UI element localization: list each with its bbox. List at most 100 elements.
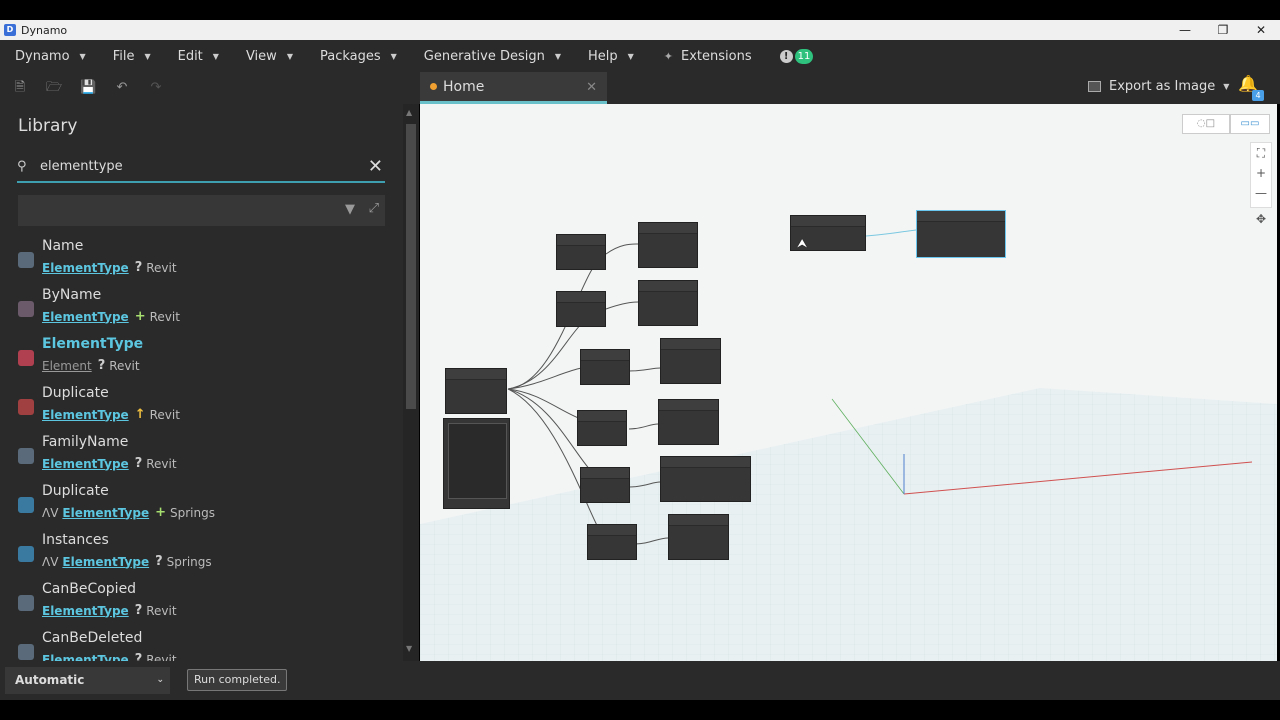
library-result-item[interactable]: ElementType Element ? Revit [0, 336, 403, 385]
create-type-icon: + [134, 309, 146, 324]
background-3d-grid [420, 229, 1277, 661]
graph-node[interactable] [668, 514, 729, 560]
new-file-icon[interactable]: 🗎 [12, 80, 28, 96]
result-category[interactable]: ElementType [62, 506, 149, 520]
export-as-image-button[interactable]: Export as Image ▼ [1088, 79, 1229, 94]
result-name: FamilyName [42, 434, 129, 450]
result-library: Revit [149, 309, 180, 324]
menu-packages[interactable]: Packages ▼ [320, 49, 397, 64]
tab-home[interactable]: Home ✕ [420, 72, 607, 104]
graph-node[interactable] [660, 456, 751, 502]
revit-element-icon [18, 350, 34, 366]
graph-canvas[interactable]: ◌□ ▭▭ ⛶ + — ✥ [420, 104, 1277, 661]
menu-view[interactable]: View ▼ [246, 49, 293, 64]
scroll-down-icon[interactable]: ▼ [406, 644, 412, 653]
zoom-out-icon[interactable]: — [1251, 183, 1271, 203]
menu-dynamo-label: Dynamo [15, 48, 70, 64]
library-result-item[interactable]: CanBeCopied ElementType ? Revit [0, 581, 403, 630]
graph-node[interactable] [638, 280, 698, 326]
result-category[interactable]: ElementType [42, 408, 129, 422]
watch-node[interactable] [443, 418, 510, 509]
search-icon: ⚲ [17, 159, 27, 174]
library-result-item[interactable]: Name ElementType ? Revit [0, 238, 403, 287]
graph-node[interactable] [658, 399, 719, 445]
create-node-icon [18, 301, 34, 317]
undo-icon[interactable]: ↶ [114, 80, 130, 96]
springs-prefix: ΛV [42, 505, 59, 520]
action-type-icon: ↑ [134, 407, 146, 422]
menu-generative-design[interactable]: Generative Design ▼ [424, 49, 561, 64]
alert-icon: ! [779, 49, 793, 63]
chevron-down-icon: ⌄ [156, 675, 164, 685]
chevron-down-icon: ▼ [212, 51, 219, 61]
close-tab-icon[interactable]: ✕ [586, 80, 597, 95]
close-icon[interactable]: ✕ [1242, 20, 1280, 40]
clear-search-icon[interactable]: ✕ [368, 156, 383, 177]
menu-file-label: File [112, 48, 135, 64]
menu-extensions[interactable]: ✦ Extensions [664, 49, 752, 64]
run-mode-select[interactable]: Automatic ⌄ [5, 667, 170, 694]
library-result-item[interactable]: Duplicate ΛV ElementType + Springs [0, 483, 403, 532]
springs-node-icon [18, 497, 34, 513]
restore-icon[interactable]: ❐ [1204, 20, 1242, 40]
library-result-item[interactable]: ByName ElementType + Revit [0, 287, 403, 336]
scroll-up-icon[interactable]: ▲ [406, 108, 412, 117]
filter-icon[interactable]: ▼ [345, 202, 355, 217]
result-meta: ElementType ? Revit [42, 652, 177, 661]
zoom-in-icon[interactable]: + [1251, 163, 1271, 183]
menu-dynamo[interactable]: Dynamo ▼ [15, 49, 86, 64]
screen-bottom-border [0, 700, 1280, 720]
library-result-item[interactable]: CanBeDeleted ElementType ? Revit [0, 630, 403, 661]
query-type-icon: ? [97, 358, 106, 373]
graph-node[interactable] [556, 234, 606, 270]
result-library: Revit [146, 260, 177, 275]
library-scrollbar[interactable]: ▲ ▼ [403, 104, 419, 661]
filter-bar: ▼ ⤢ [18, 195, 385, 226]
result-meta: ΛV ElementType + Springs [42, 505, 215, 520]
graph-node[interactable] [580, 349, 630, 385]
graph-view-toggle[interactable]: ▭▭ [1230, 114, 1270, 134]
export-label: Export as Image [1109, 79, 1216, 94]
expand-icon[interactable]: ⤢ [369, 201, 379, 216]
library-result-item[interactable]: Duplicate ElementType ↑ Revit [0, 385, 403, 434]
result-name: Duplicate [42, 385, 109, 401]
menu-edit-label: Edit [177, 48, 203, 64]
graph-node[interactable] [577, 410, 627, 446]
3d-view-toggle[interactable]: ◌□ [1182, 114, 1230, 134]
result-category[interactable]: ElementType [42, 653, 129, 662]
result-category[interactable]: Element [42, 359, 92, 373]
minimize-icon[interactable]: — [1166, 20, 1204, 40]
open-folder-icon[interactable]: 🗁 [46, 80, 62, 96]
menu-edit[interactable]: Edit ▼ [178, 49, 219, 64]
notifications-indicator[interactable]: ! 11 [779, 48, 814, 64]
menu-file[interactable]: File ▼ [113, 49, 151, 64]
redo-icon[interactable]: ↷ [148, 80, 164, 96]
library-result-item[interactable]: FamilyName ElementType ? Revit [0, 434, 403, 483]
search-input[interactable]: elementtype [40, 159, 368, 174]
graph-node[interactable] [660, 338, 721, 384]
library-search[interactable]: ⚲ elementtype ✕ [17, 152, 385, 183]
elementtype-node[interactable] [916, 210, 1006, 258]
result-category[interactable]: ElementType [42, 261, 129, 275]
chevron-down-icon: ▼ [79, 51, 86, 61]
result-category[interactable]: ElementType [42, 604, 129, 618]
graph-node[interactable] [580, 467, 630, 503]
result-meta: ElementType ? Revit [42, 456, 177, 471]
result-meta: ElementType ? Revit [42, 260, 177, 275]
graph-node[interactable] [556, 291, 606, 327]
fit-view-icon[interactable]: ⛶ [1251, 143, 1271, 163]
query-node-icon [18, 595, 34, 611]
scrollbar-thumb[interactable] [406, 124, 416, 409]
result-category[interactable]: ElementType [62, 555, 149, 569]
library-result-item[interactable]: Instances ΛV ElementType ? Springs [0, 532, 403, 581]
result-category[interactable]: ElementType [42, 457, 129, 471]
pan-icon[interactable]: ✥ [1250, 209, 1272, 229]
graph-node[interactable] [587, 524, 637, 560]
graph-node[interactable] [638, 222, 698, 268]
notification-count-badge: 11 [794, 48, 814, 64]
menu-help[interactable]: Help ▼ [588, 49, 634, 64]
result-meta: ElementType + Revit [42, 309, 180, 324]
save-icon[interactable]: 💾 [80, 80, 96, 96]
result-category[interactable]: ElementType [42, 310, 129, 324]
graph-node[interactable] [445, 368, 507, 414]
